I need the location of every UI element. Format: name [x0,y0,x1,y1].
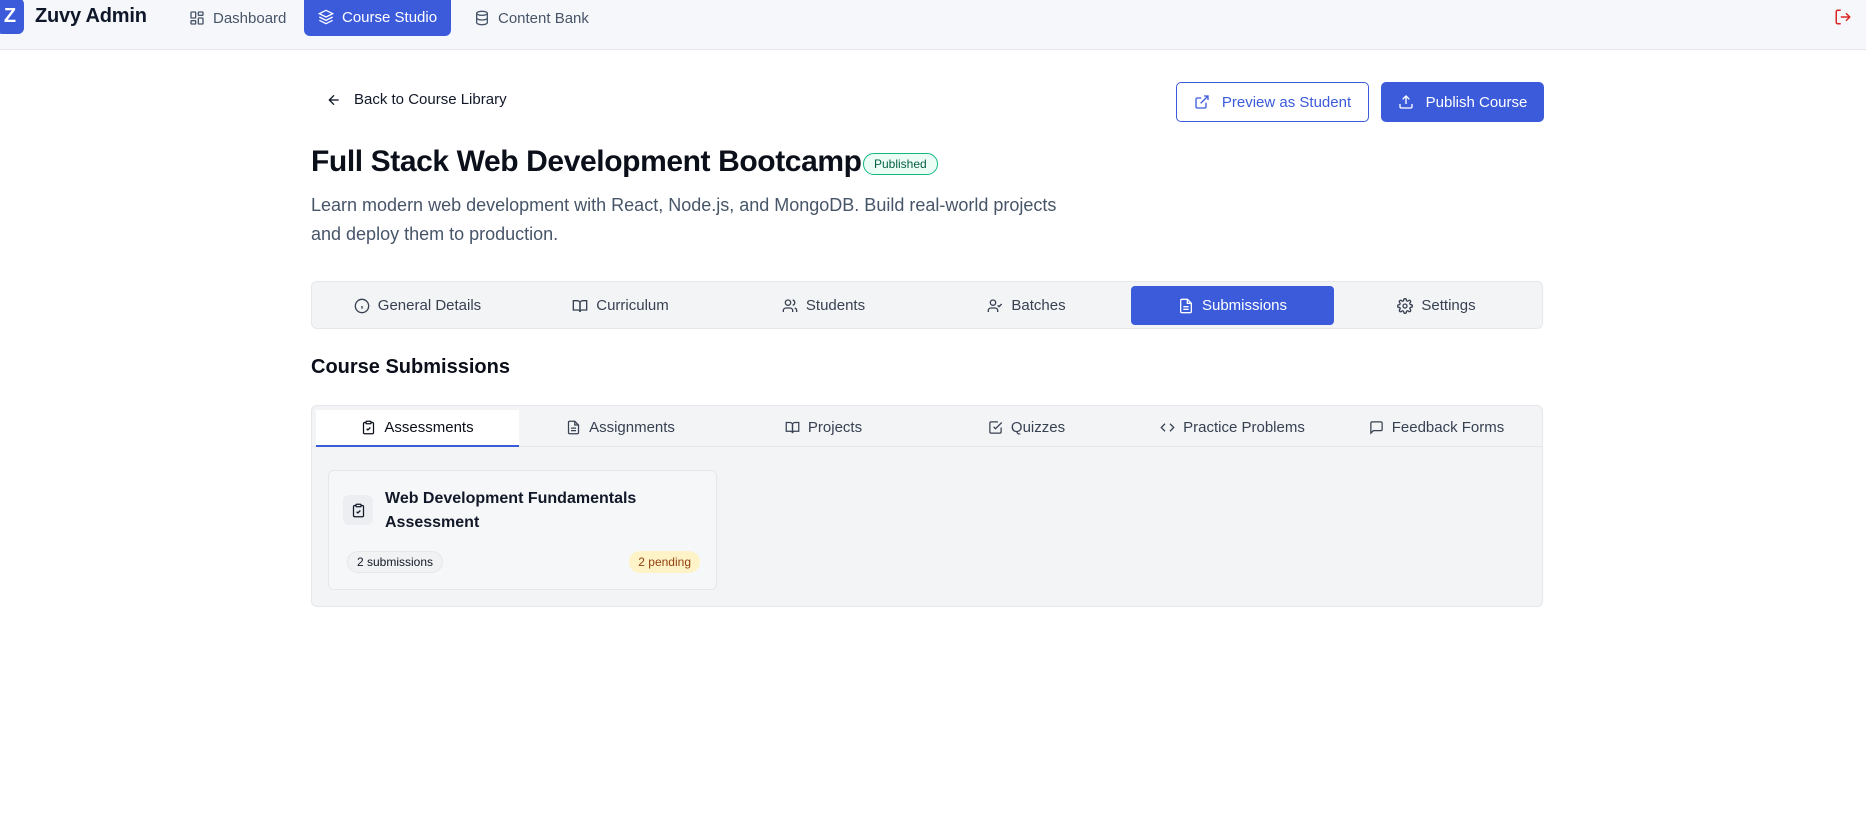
tab-batches[interactable]: Batches [925,286,1128,325]
arrow-left-icon [326,92,342,108]
back-label: Back to Course Library [354,91,507,108]
top-navbar: Z Zuvy Admin Dashboard Course Studio Con… [0,0,1866,50]
subtab-label: Practice Problems [1183,419,1305,436]
assessment-title: Web Development Fundamentals Assessment [385,490,637,531]
course-description: Learn modern web development with React,… [311,195,1057,244]
gear-icon [1397,297,1414,314]
external-link-icon [1194,94,1210,110]
nav-course-studio-label: Course Studio [342,8,438,26]
nav-course-studio[interactable]: Course Studio [304,0,452,36]
subtab-assessments[interactable]: Assessments [316,410,519,447]
subtab-label: Assignments [589,419,675,436]
layers-icon [318,9,334,25]
tab-label: Batches [1011,297,1066,314]
dashboard-icon [189,10,205,26]
subtab-label: Quizzes [1010,419,1066,436]
subtab-projects[interactable]: Projects [722,410,925,445]
nav-dashboard-label: Dashboard [213,9,287,27]
book-icon [785,420,800,435]
subtab-assignments[interactable]: Assignments [519,410,722,445]
preview-label: Preview as Student [1221,93,1352,111]
tab-label: Students [805,297,866,314]
file-text-icon [1178,298,1194,314]
brand-name: Zuvy Admin [35,5,147,27]
message-icon [1369,420,1384,435]
tab-curriculum[interactable]: Curriculum [519,286,722,325]
tab-general-details[interactable]: General Details [316,286,519,325]
code-icon [1160,420,1175,435]
submissions-panel: Assessments Assignments Projects Quizzes… [311,405,1543,607]
publish-label: Publish Course [1425,93,1528,111]
file-text-icon [566,420,581,435]
subtab-quizzes[interactable]: Quizzes [925,410,1128,445]
logout-icon[interactable] [1834,8,1852,26]
subtab-label: Feedback Forms [1391,419,1505,436]
status-badge: Published [863,153,938,175]
tab-label: Submissions [1201,297,1288,314]
database-icon [474,10,490,26]
upload-icon [1398,94,1414,110]
preview-as-student-button[interactable]: Preview as Student [1176,82,1369,122]
subtab-label: Projects [807,419,863,436]
tab-label: Curriculum [596,297,669,314]
user-check-icon [987,298,1003,314]
nav-content-bank[interactable]: Content Bank [460,0,603,36]
users-icon [782,298,798,314]
check-square-icon [988,420,1003,435]
tab-submissions[interactable]: Submissions [1131,286,1334,325]
book-icon [572,298,588,314]
assessment-card[interactable]: Web Development Fundamentals Assessment … [328,470,717,590]
tab-label: General Details [377,297,482,314]
logo[interactable]: Z [0,0,24,34]
nav-content-bank-label: Content Bank [498,9,589,27]
info-icon [354,298,370,314]
tab-students[interactable]: Students [722,286,925,325]
publish-course-button[interactable]: Publish Course [1381,82,1544,122]
tab-label: Settings [1421,297,1476,314]
subtab-feedback-forms[interactable]: Feedback Forms [1335,410,1538,445]
subtab-label: Assessments [384,419,474,436]
tab-settings[interactable]: Settings [1335,286,1538,325]
nav-dashboard[interactable]: Dashboard [175,0,300,36]
section-title: Course Submissions [311,356,510,378]
clipboard-check-icon [343,495,373,525]
course-title: Full Stack Web Development Bootcamp [311,145,862,178]
pending-badge: 2 pending [629,551,700,573]
course-tabs: General Details Curriculum Students Batc… [311,281,1543,329]
clipboard-check-icon [361,420,376,435]
submissions-count-badge: 2 submissions [347,551,444,573]
subtab-practice-problems[interactable]: Practice Problems [1131,410,1334,445]
back-to-library-link[interactable]: Back to Course Library [326,91,507,108]
logo-letter: Z [3,4,17,27]
